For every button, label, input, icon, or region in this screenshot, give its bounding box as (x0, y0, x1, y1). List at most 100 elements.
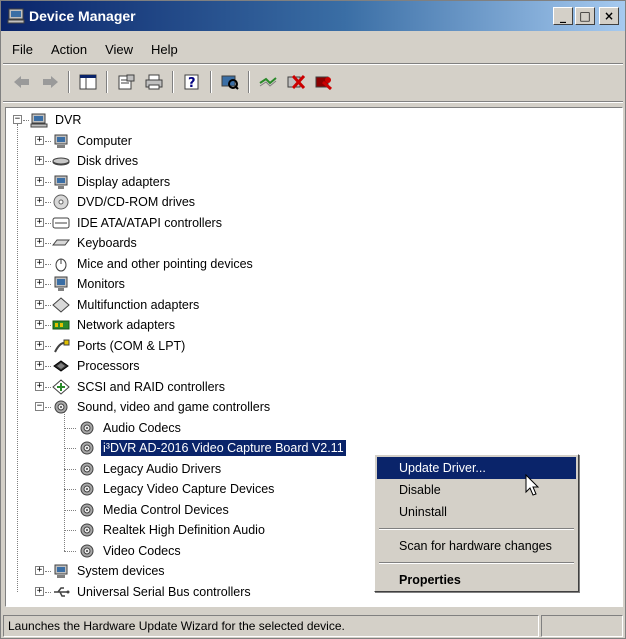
tree-item-category[interactable]: Sound, video and game controllers (52, 397, 272, 417)
tree-item-device[interactable]: Video Codecs (78, 541, 183, 561)
tree-item-category[interactable]: Disk drives (52, 151, 140, 171)
expand-button[interactable]: + (35, 587, 44, 596)
device-manager-icon (7, 8, 25, 24)
menu-action[interactable]: Action (42, 42, 96, 57)
menu-view[interactable]: View (96, 42, 142, 57)
tree-item-category[interactable]: Network adapters (52, 315, 177, 335)
tree-item-root[interactable]: DVR (30, 110, 83, 130)
context-menu: Update Driver... Disable Uninstall Scan … (374, 454, 579, 592)
expand-button[interactable]: + (35, 300, 44, 309)
tree-connector (23, 120, 29, 121)
minimize-button[interactable]: _ (553, 7, 573, 25)
print-icon (145, 74, 163, 90)
tree-item-device[interactable]: Realtek High Definition Audio (78, 520, 267, 540)
tree-connector (64, 551, 76, 552)
tree-item-label: Network adapters (77, 318, 175, 332)
expand-button[interactable]: + (35, 156, 44, 165)
tree-item-category[interactable]: Ports (COM & LPT) (52, 336, 187, 356)
scan-hardware-icon (221, 75, 239, 90)
tree-item-category[interactable]: Display adapters (52, 172, 172, 192)
menu-help[interactable]: Help (142, 42, 187, 57)
menu-uninstall[interactable]: Uninstall (377, 501, 576, 523)
tree-item-category[interactable]: Universal Serial Bus controllers (52, 582, 253, 602)
menu-file[interactable]: File (3, 42, 42, 57)
tree-item-category[interactable]: System devices (52, 561, 167, 581)
tree-item-category[interactable]: Keyboards (52, 233, 139, 253)
tree-item-device[interactable]: i³DVR AD-2016 Video Capture Board V2.11 (78, 438, 346, 458)
tree-item-label: DVR (55, 113, 82, 127)
tree-connector (64, 448, 76, 449)
tree-item-device[interactable]: Audio Codecs (78, 418, 183, 438)
close-button[interactable]: × (599, 7, 619, 25)
back-arrow-icon (14, 76, 29, 88)
tree-item-category[interactable]: DVD/CD-ROM drives (52, 192, 197, 212)
status-text: Launches the Hardware Update Wizard for … (3, 615, 539, 637)
tree-item-device[interactable]: Media Control Devices (78, 500, 231, 520)
tree-item-label: Multifunction adapters (77, 298, 200, 312)
window-title: Device Manager (29, 8, 136, 24)
tree-item-category[interactable]: IDE ATA/ATAPI controllers (52, 213, 224, 233)
forward-button[interactable] (37, 69, 63, 95)
tree-item-category[interactable]: Computer (52, 131, 134, 151)
tree-item-category[interactable]: Processors (52, 356, 142, 376)
uninstall-icon (287, 74, 305, 90)
expand-button[interactable]: + (35, 320, 44, 329)
tree-item-label: Video Codecs (103, 544, 181, 558)
menu-update-driver[interactable]: Update Driver... (377, 457, 576, 479)
tree-connector (45, 571, 51, 572)
tree-item-label: Media Control Devices (103, 503, 229, 517)
keyboard-icon (52, 239, 70, 246)
toolbar-separator (68, 71, 70, 93)
tree-connector (64, 428, 76, 429)
scan-hardware-button[interactable] (217, 69, 243, 95)
expand-button[interactable]: + (35, 197, 44, 206)
disable-button[interactable] (311, 69, 337, 95)
tree-item-category[interactable]: Mice and other pointing devices (52, 254, 255, 274)
back-button[interactable] (9, 69, 35, 95)
tree-connector (45, 366, 51, 367)
tree-item-category[interactable]: Multifunction adapters (52, 295, 201, 315)
tree-item-label: SCSI and RAID controllers (77, 380, 225, 394)
expand-button[interactable]: + (35, 361, 44, 370)
show-hide-tree-button[interactable] (75, 69, 101, 95)
expand-button[interactable]: + (35, 136, 44, 145)
title-bar[interactable]: Device Manager _ □ × (1, 1, 625, 31)
toolbar-separator (210, 71, 212, 93)
help-icon: ? (184, 74, 199, 90)
expand-button[interactable]: + (35, 341, 44, 350)
tree-connector (45, 325, 51, 326)
sound-device-icon (80, 462, 94, 476)
uninstall-button[interactable] (283, 69, 309, 95)
multifunction-icon (52, 297, 70, 313)
expand-button[interactable]: + (35, 177, 44, 186)
expand-button[interactable]: + (35, 238, 44, 247)
tree-item-label: Audio Codecs (103, 421, 181, 435)
expand-button[interactable]: + (35, 218, 44, 227)
tree-item-category[interactable]: SCSI and RAID controllers (52, 377, 227, 397)
display-icon (54, 175, 68, 189)
tree-connector (45, 182, 51, 183)
collapse-button[interactable]: − (13, 115, 22, 124)
help-button[interactable]: ? (179, 69, 205, 95)
scsi-icon (52, 379, 70, 395)
menu-scan-hardware[interactable]: Scan for hardware changes (377, 535, 576, 557)
update-driver-button[interactable] (255, 69, 281, 95)
collapse-button[interactable]: − (35, 402, 44, 411)
properties-button[interactable] (113, 69, 139, 95)
menu-disable[interactable]: Disable (377, 479, 576, 501)
tree-item-category[interactable]: Monitors (52, 274, 127, 294)
maximize-button[interactable]: □ (575, 7, 595, 25)
menu-bar: File Action View Help (3, 37, 187, 61)
expand-button[interactable]: + (35, 279, 44, 288)
disk-icon (52, 157, 70, 166)
monitor-icon (54, 276, 68, 291)
expand-button[interactable]: + (35, 382, 44, 391)
menu-properties[interactable]: Properties (377, 569, 576, 591)
tree-item-device[interactable]: Legacy Audio Drivers (78, 459, 223, 479)
expand-button[interactable]: + (35, 566, 44, 575)
tree-connector (64, 530, 76, 531)
toolbar-divider (3, 101, 623, 103)
print-button[interactable] (141, 69, 167, 95)
expand-button[interactable]: + (35, 259, 44, 268)
tree-item-device[interactable]: Legacy Video Capture Devices (78, 479, 276, 499)
